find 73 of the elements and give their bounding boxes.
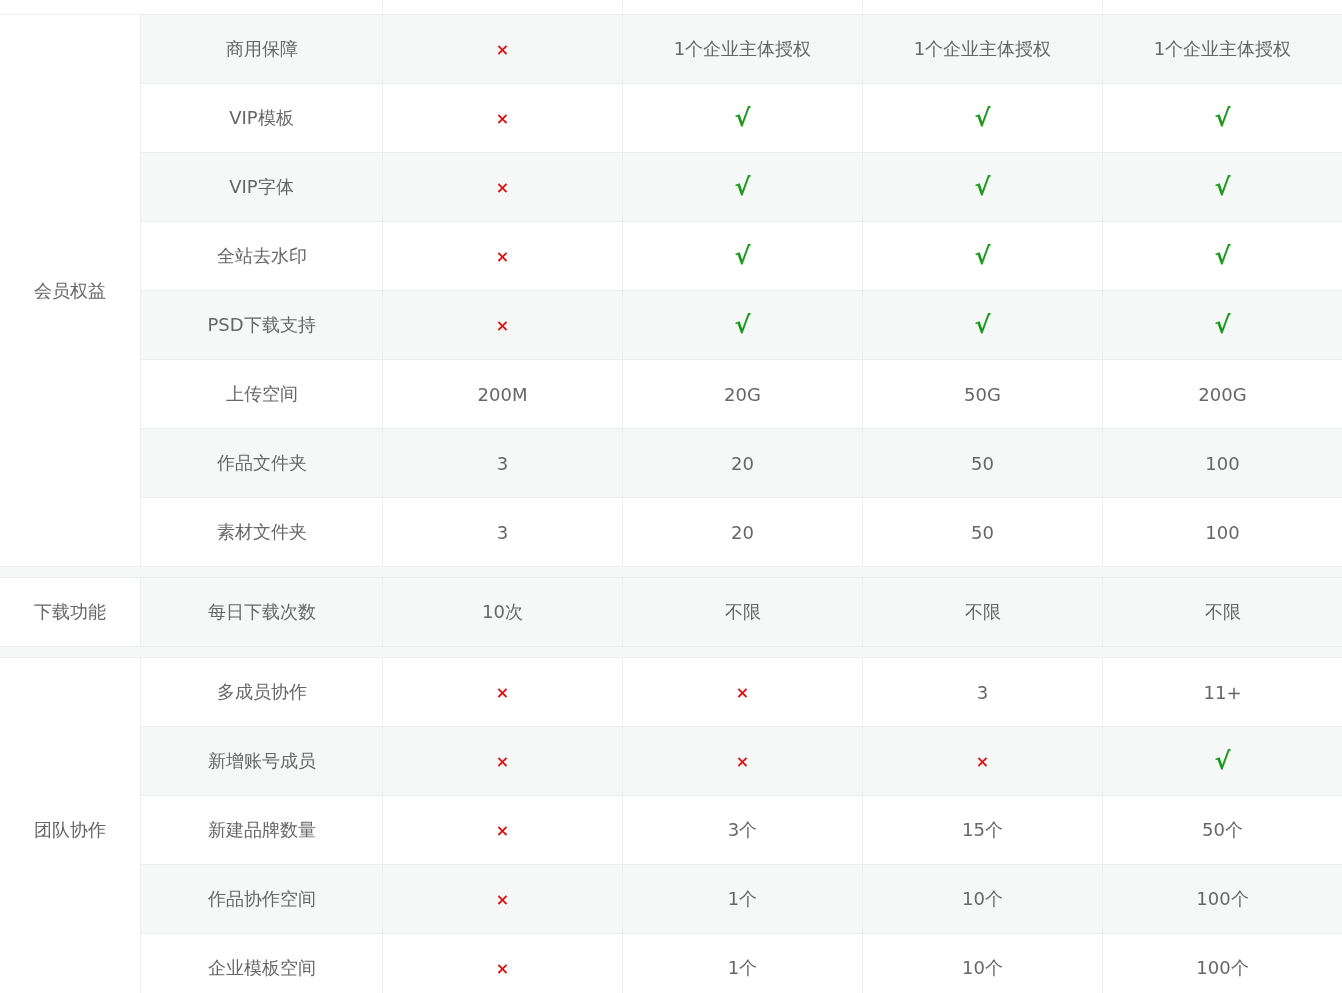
feature-label: 新建品牌数量 xyxy=(207,818,316,842)
table-cell: 100 xyxy=(1205,521,1240,543)
table-cell: 1个 xyxy=(727,887,758,911)
cross-mark: × xyxy=(495,682,510,702)
check-mark: √ xyxy=(734,242,751,270)
check-mark: √ xyxy=(974,311,991,339)
table-cell: 3 xyxy=(976,681,989,703)
check-mark: √ xyxy=(1214,242,1231,270)
cross-mark: × xyxy=(495,315,510,335)
table-cell: 10次 xyxy=(482,600,523,624)
cross-mark: × xyxy=(975,751,990,771)
check-mark: √ xyxy=(974,104,991,132)
table-cell: 100个 xyxy=(1196,956,1249,980)
table-cell: 20 xyxy=(731,521,754,543)
table-cell: 50 xyxy=(971,452,994,474)
table-cell: 200G xyxy=(1198,383,1247,405)
table-cell: 1个企业主体授权 xyxy=(673,37,812,61)
cross-mark: × xyxy=(495,751,510,771)
table-cell: 20 xyxy=(731,452,754,474)
feature-label: 每日下载次数 xyxy=(207,600,316,624)
cross-mark: × xyxy=(495,889,510,909)
table-cell: 3个 xyxy=(727,818,758,842)
check-mark: √ xyxy=(734,104,751,132)
table-cell: 不限 xyxy=(964,600,1001,624)
group-label: 下载功能 xyxy=(34,600,106,624)
table-cell: 100 xyxy=(1205,452,1240,474)
table-cell: 10个 xyxy=(962,956,1003,980)
cross-mark: × xyxy=(495,246,510,266)
cross-mark: × xyxy=(495,108,510,128)
check-mark: √ xyxy=(974,173,991,201)
feature-label: 全站去水印 xyxy=(216,244,307,268)
check-mark: √ xyxy=(1214,173,1231,201)
table-cell: 100个 xyxy=(1196,887,1249,911)
check-mark: √ xyxy=(1214,104,1231,132)
feature-label: 多成员协作 xyxy=(216,680,307,704)
table-cell: 20G xyxy=(724,383,761,405)
table-cell: 1个企业主体授权 xyxy=(1153,37,1292,61)
table-cell: 15个 xyxy=(962,818,1003,842)
table-cell: 3 xyxy=(496,521,509,543)
feature-label: 作品文件夹 xyxy=(216,451,307,475)
feature-label: PSD下载支持 xyxy=(207,313,316,337)
table-cell: 不限 xyxy=(1204,600,1241,624)
table-cell: 50G xyxy=(964,383,1001,405)
group-label: 会员权益 xyxy=(34,278,106,303)
feature-label: VIP字体 xyxy=(229,175,294,199)
feature-label: 企业模板空间 xyxy=(207,956,316,980)
feature-label: 素材文件夹 xyxy=(216,520,307,544)
group-label: 团队协作 xyxy=(34,818,106,842)
table-cell: 11+ xyxy=(1203,681,1242,703)
feature-label: 作品协作空间 xyxy=(207,887,316,911)
check-mark: √ xyxy=(974,242,991,270)
check-mark: √ xyxy=(1214,311,1231,339)
table-cell: 不限 xyxy=(724,600,761,624)
feature-label: 上传空间 xyxy=(225,382,298,406)
feature-label: 商用保障 xyxy=(225,37,298,61)
cross-mark: × xyxy=(495,820,510,840)
check-mark: √ xyxy=(734,311,751,339)
table-cell: 1个企业主体授权 xyxy=(913,37,1052,61)
table-cell: 10个 xyxy=(962,887,1003,911)
cross-mark: × xyxy=(495,39,510,59)
table-cell: 50 xyxy=(971,521,994,543)
table-cell: 1个 xyxy=(727,956,758,980)
check-mark: √ xyxy=(734,173,751,201)
cross-mark: × xyxy=(495,177,510,197)
table-cell: 200M xyxy=(477,383,528,405)
feature-label: 新增账号成员 xyxy=(207,749,316,773)
cross-mark: × xyxy=(735,682,750,702)
cross-mark: × xyxy=(495,958,510,978)
feature-label: VIP模板 xyxy=(229,106,294,130)
cross-mark: × xyxy=(735,751,750,771)
table-cell: 50个 xyxy=(1202,818,1243,842)
table-cell: 3 xyxy=(496,452,509,474)
check-mark: √ xyxy=(1214,747,1231,775)
